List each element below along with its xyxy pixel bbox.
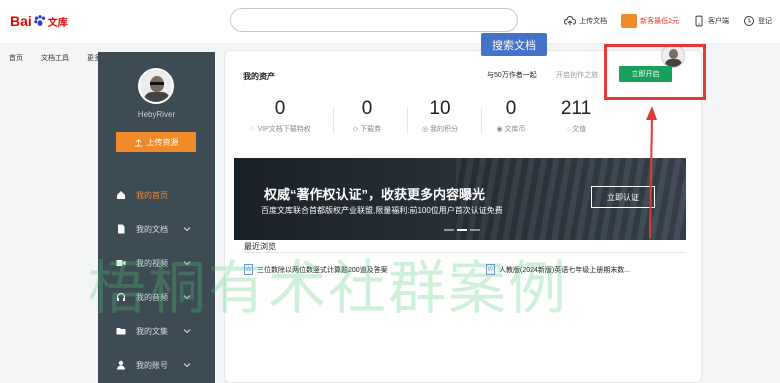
creator-tip-box: 与50万作者一起 开启创作之旅: [476, 59, 606, 89]
cloud-upload-icon: [564, 16, 577, 26]
watermark-text: 梧桐有术社群案例: [88, 254, 569, 322]
document-icon: [118, 224, 125, 234]
top-header: Bai 文库 上传文档 新客最低2元 客户端 登记: [0, 0, 780, 44]
logo-bai-text: Bai: [10, 13, 32, 29]
avatar[interactable]: [138, 68, 174, 104]
chevron-down-icon: [183, 227, 191, 232]
banner-subtitle: 百度文库联合首都版权产业联盟,限量福利:前100位用户首次认证免费: [261, 206, 503, 215]
chevron-down-icon: [183, 363, 191, 368]
logo-wenku-text: 文库: [47, 17, 68, 29]
stat-vip-downloads[interactable]: 0 ♢ VIP文档下载特权: [235, 98, 325, 134]
annotation-highlight-box: [604, 44, 706, 100]
creator-tip-text: 与50万作者一起: [487, 72, 537, 79]
folder-icon: [116, 328, 126, 335]
carousel-dots: [444, 229, 480, 231]
asset-stats: 0 ♢ VIP文档下载特权 0 ◇ 下载券 10 ◎ 我的积分 0 ◉ 文库币 211 …: [225, 98, 605, 148]
value-icon: ◌: [565, 125, 571, 133]
vip-icon: [621, 14, 638, 28]
client-app-label: 客户端: [708, 18, 729, 25]
baidu-wenku-logo[interactable]: Bai 文库: [10, 10, 68, 32]
client-app-link[interactable]: 客户端: [693, 15, 729, 27]
nav-link-doc-tools[interactable]: 文档工具: [41, 53, 69, 63]
upload-doc-label: 上传文档: [579, 18, 608, 25]
phone-icon: [695, 15, 703, 27]
history-label: 登记: [758, 18, 772, 25]
clock-icon: [744, 16, 754, 26]
stat-label: 文值: [572, 126, 587, 133]
username: HebyRiver: [137, 110, 176, 119]
history-link[interactable]: 登记: [743, 15, 772, 27]
annotation-arrow-icon: [646, 106, 657, 239]
home-icon: [117, 191, 125, 199]
banner-title: 权威“著作权认证”，收获更多内容曝光: [264, 187, 486, 202]
coin-icon: ◉: [496, 126, 503, 133]
baidu-paw-icon: [34, 15, 45, 26]
carousel-dot[interactable]: [444, 229, 454, 231]
stat-label: 文库币: [504, 126, 526, 133]
diamond-icon: ♢: [249, 126, 256, 133]
sidebar-item-label: 我的文集: [136, 326, 168, 336]
search-documents-tag[interactable]: 搜索文档: [481, 33, 547, 56]
upload-resource-button[interactable]: 上传资源: [116, 132, 196, 152]
carousel-dot-active[interactable]: [457, 229, 467, 231]
chevron-down-icon: [183, 329, 191, 334]
sidebar-item-account[interactable]: 我的账号: [98, 348, 215, 382]
upload-doc-link[interactable]: 上传文档: [564, 15, 607, 27]
sidebar-item-label: 我的文档: [136, 224, 168, 234]
top-nav-links: 首页 文档工具 更多: [9, 53, 101, 63]
stat-label: 下载券: [360, 126, 382, 133]
points-icon: ◎: [421, 126, 429, 133]
stat-label: 我的积分: [430, 126, 459, 133]
assets-title: 我的资产: [243, 72, 275, 81]
sidebar-item-label: 我的首页: [136, 190, 168, 200]
sidebar: HebyRiver 上传资源 我的首页 我的文档 我的视频 我的音频 我的文集: [98, 52, 215, 383]
copyright-banner[interactable]: 权威“著作权认证”，收获更多内容曝光 百度文库联合首都版权产业联盟,限量福利:前…: [234, 158, 686, 240]
vip-promo-link[interactable]: 新客最低2元: [621, 14, 679, 28]
ticket-icon: ◇: [352, 126, 359, 133]
sidebar-item-home[interactable]: 我的首页: [98, 178, 215, 212]
header-actions: 上传文档 新客最低2元 客户端 登记: [564, 14, 772, 28]
nav-link-home[interactable]: 首页: [9, 53, 23, 63]
stat-value: 211: [560, 98, 592, 119]
stat-value-score[interactable]: 211 ◌ 文值: [531, 98, 621, 134]
stat-value: 0: [274, 98, 286, 119]
user-icon: [117, 360, 125, 370]
vip-promo-label: 新客最低2元: [640, 18, 679, 25]
creator-tip-text-secondary: 开启创作之旅: [556, 72, 598, 79]
stat-label: VIP文档下载特权: [257, 126, 311, 133]
sidebar-item-label: 我的账号: [136, 360, 168, 370]
search-input[interactable]: [230, 8, 518, 32]
upload-resource-label: 上传资源: [146, 137, 179, 147]
upload-icon: [134, 138, 142, 147]
carousel-dot[interactable]: [470, 229, 480, 231]
